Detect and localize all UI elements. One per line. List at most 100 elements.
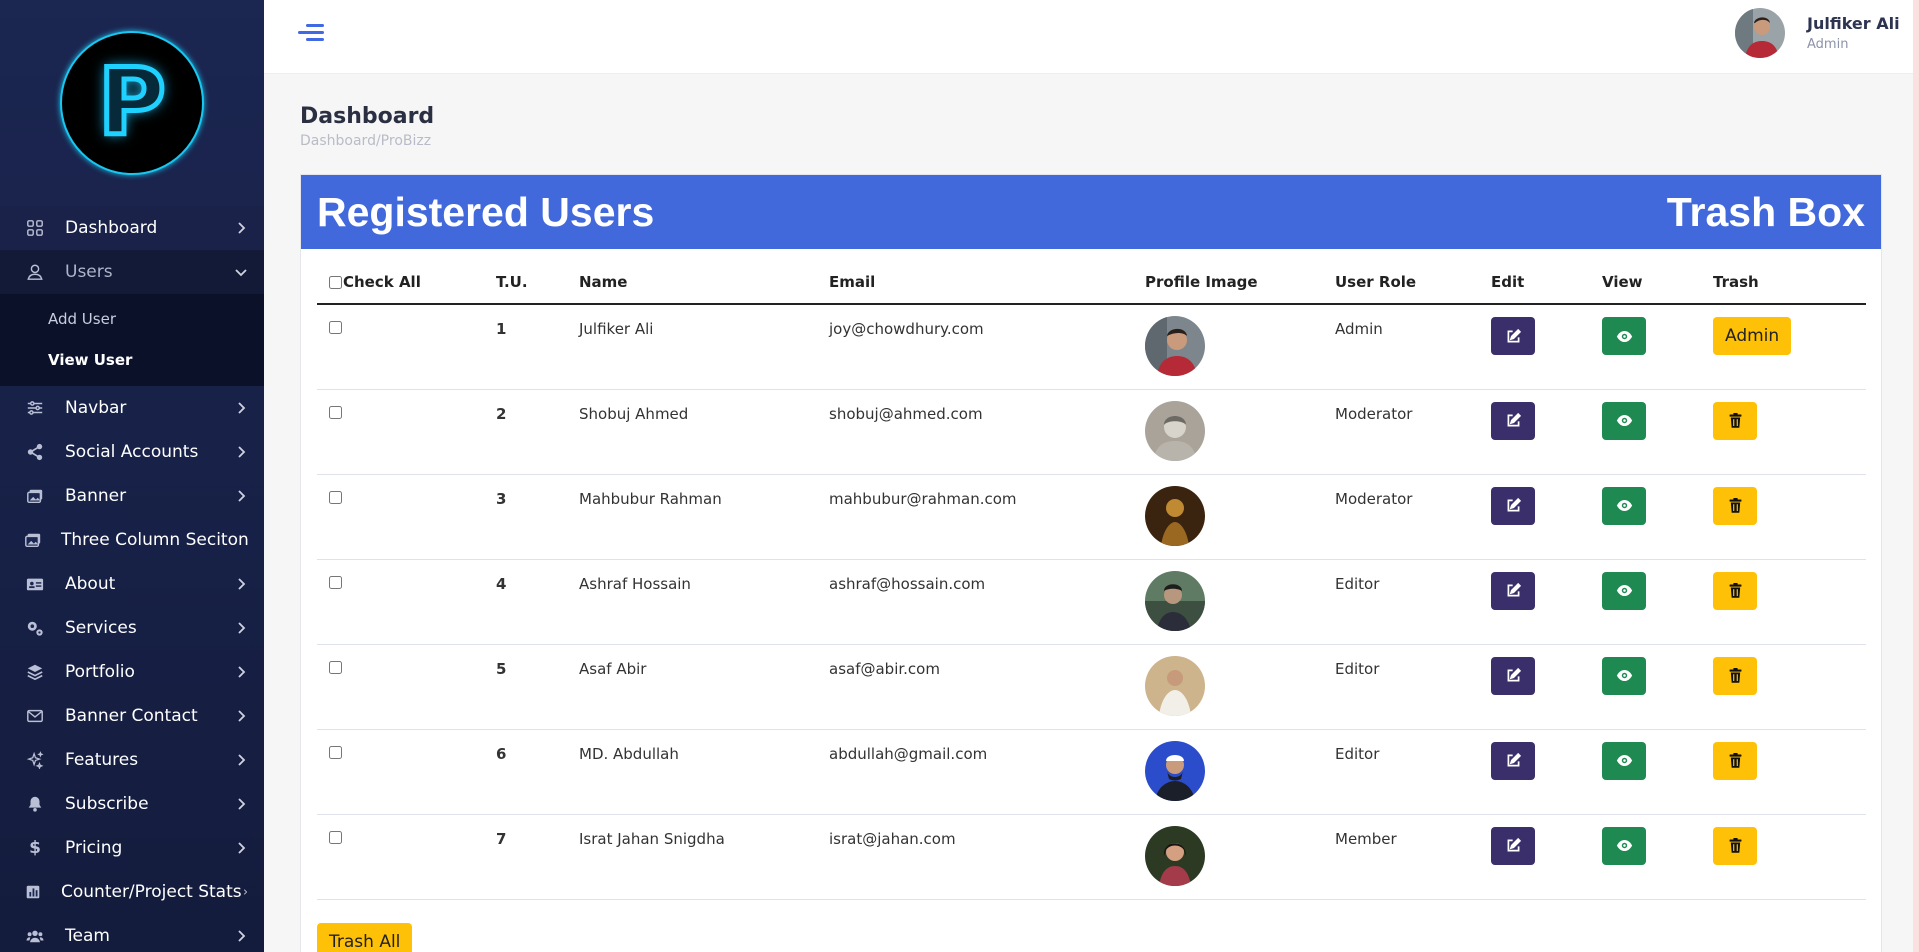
menu-toggle-icon[interactable] xyxy=(298,24,324,44)
trash-box-link[interactable]: Trash Box xyxy=(1667,189,1865,236)
cell-email: ashraf@hossain.com xyxy=(829,559,1145,645)
cell-check xyxy=(317,389,496,475)
edit-icon xyxy=(1507,837,1521,852)
cell-view xyxy=(1602,814,1713,900)
trash-button[interactable] xyxy=(1713,571,1757,610)
window-edge xyxy=(1913,0,1919,952)
sidebar-item-social-accounts[interactable]: Social Accounts xyxy=(0,430,264,474)
eye-icon xyxy=(1616,499,1632,512)
breadcrumb[interactable]: Dashboard/ProBizz xyxy=(300,133,431,149)
sidebar-item-about[interactable]: About xyxy=(0,562,264,606)
cell-view xyxy=(1602,644,1713,730)
cell-view xyxy=(1602,389,1713,475)
user-icon xyxy=(24,261,46,283)
envelope-icon xyxy=(24,705,46,727)
sidebar-item-pricing[interactable]: $ Pricing xyxy=(0,826,264,870)
row-checkbox[interactable] xyxy=(329,490,342,504)
cell-edit xyxy=(1491,559,1602,645)
sidebar-item-banner-contact[interactable]: Banner Contact xyxy=(0,694,264,738)
topbar: Julfiker Ali Admin xyxy=(264,0,1919,74)
edit-button[interactable] xyxy=(1491,571,1535,610)
edit-button[interactable] xyxy=(1491,656,1535,695)
trash-button[interactable] xyxy=(1713,826,1757,865)
sidebar-subitem-add-user[interactable]: Add User xyxy=(0,298,264,339)
brand-logo[interactable]: P xyxy=(60,31,204,175)
view-button[interactable] xyxy=(1602,486,1646,525)
avatar[interactable] xyxy=(1735,8,1785,58)
sidebar-item-team[interactable]: Team xyxy=(0,914,264,952)
row-checkbox[interactable] xyxy=(329,745,342,759)
view-button[interactable] xyxy=(1602,401,1646,440)
sidebar-item-three-column[interactable]: Three Column Seciton xyxy=(0,518,264,562)
user-menu[interactable]: Julfiker Ali Admin xyxy=(1735,8,1919,58)
cell-view xyxy=(1602,559,1713,645)
sidebar-item-services[interactable]: Services xyxy=(0,606,264,650)
cell-role: Editor xyxy=(1335,559,1491,645)
sidebar-item-subscribe[interactable]: Subscribe xyxy=(0,782,264,826)
chevron-right-icon xyxy=(238,402,246,414)
view-button[interactable] xyxy=(1602,571,1646,610)
trash-all-button[interactable]: Trash All xyxy=(317,923,413,952)
cell-check xyxy=(317,814,496,900)
cell-trash xyxy=(1713,559,1866,645)
cell-trash xyxy=(1713,474,1866,560)
users-table: Check All T.U. Name Email Profile Image … xyxy=(317,273,1866,900)
page-title: Dashboard xyxy=(300,104,435,129)
cell-edit xyxy=(1491,304,1602,390)
edit-button[interactable] xyxy=(1491,741,1535,780)
cell-tu: 2 xyxy=(496,389,579,475)
id-card-icon xyxy=(24,573,46,595)
row-checkbox[interactable] xyxy=(329,405,342,419)
cell-edit xyxy=(1491,644,1602,730)
view-button[interactable] xyxy=(1602,317,1646,355)
cell-name: Asaf Abir xyxy=(579,644,829,730)
sidebar-item-banner[interactable]: Banner xyxy=(0,474,264,518)
view-button[interactable] xyxy=(1602,741,1646,780)
gears-icon xyxy=(24,617,46,639)
sidebar-item-users[interactable]: Users xyxy=(0,250,264,294)
check-all-checkbox[interactable] xyxy=(329,275,342,289)
cell-profile-image xyxy=(1145,389,1335,475)
sidebar-item-dashboard[interactable]: Dashboard xyxy=(0,206,264,250)
edit-button[interactable] xyxy=(1491,486,1535,525)
row-checkbox[interactable] xyxy=(329,830,342,844)
cell-profile-image xyxy=(1145,559,1335,645)
edit-button[interactable] xyxy=(1491,826,1535,865)
sidebar-item-features[interactable]: Features xyxy=(0,738,264,782)
th-name: Name xyxy=(579,273,829,305)
sidebar-item-portfolio[interactable]: Portfolio xyxy=(0,650,264,694)
sidebar-item-label: Features xyxy=(65,750,139,770)
chevron-right-icon xyxy=(238,666,246,678)
sidebar-item-label: Subscribe xyxy=(65,794,149,814)
user-role: Admin xyxy=(1807,37,1849,52)
profile-image xyxy=(1145,655,1205,716)
sidebar-item-label: Navbar xyxy=(65,398,127,418)
view-button[interactable] xyxy=(1602,826,1646,865)
edit-icon xyxy=(1507,412,1521,427)
row-checkbox[interactable] xyxy=(329,575,342,589)
trash-button[interactable] xyxy=(1713,486,1757,525)
logo-letter: P xyxy=(96,49,168,156)
trash-button[interactable] xyxy=(1713,741,1757,780)
th-profile-image: Profile Image xyxy=(1145,273,1335,305)
trash-button[interactable] xyxy=(1713,401,1757,440)
sidebar-item-navbar[interactable]: Navbar xyxy=(0,386,264,430)
edit-icon xyxy=(1507,328,1521,342)
row-checkbox[interactable] xyxy=(329,321,342,334)
admin-badge-button[interactable]: Admin xyxy=(1713,317,1792,355)
cell-name: Israt Jahan Snigdha xyxy=(579,814,829,900)
view-button[interactable] xyxy=(1602,656,1646,695)
row-checkbox[interactable] xyxy=(329,660,342,674)
edit-button[interactable] xyxy=(1491,401,1535,440)
edit-icon xyxy=(1507,497,1521,512)
check-all-label: Check All xyxy=(343,273,421,291)
trash-button[interactable] xyxy=(1713,656,1757,695)
table-row: 4 Ashraf Hossain ashraf@hossain.com Edit… xyxy=(317,559,1866,645)
sidebar-item-counter-stats[interactable]: Counter/Project Stats xyxy=(0,870,264,914)
cell-check xyxy=(317,304,496,390)
sidebar-subitem-view-user[interactable]: View User xyxy=(0,339,264,380)
eye-icon xyxy=(1616,669,1632,682)
cell-profile-image xyxy=(1145,304,1335,390)
sidebar-item-label: Team xyxy=(65,926,110,946)
edit-button[interactable] xyxy=(1491,317,1535,355)
